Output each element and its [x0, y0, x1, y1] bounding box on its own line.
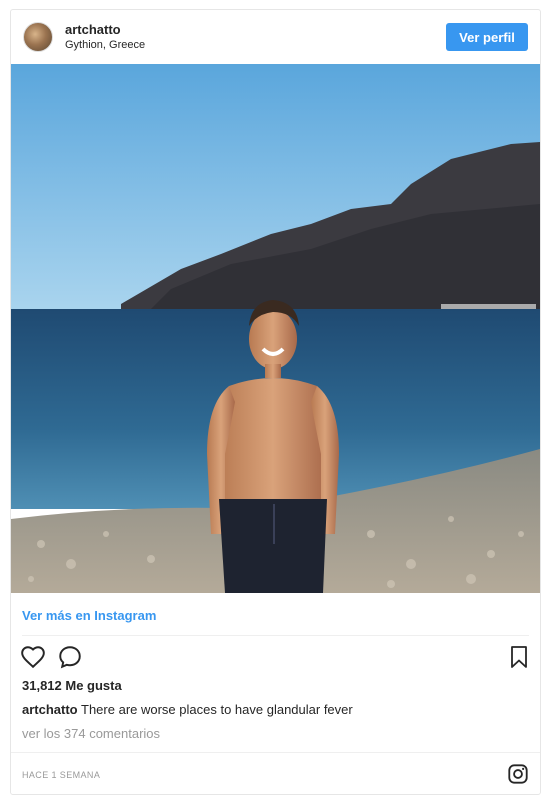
caption-text: There are worse places to have glandular…	[81, 702, 353, 717]
heart-icon[interactable]	[20, 644, 46, 675]
instagram-icon[interactable]	[507, 763, 529, 790]
view-more-on-instagram-link[interactable]: Ver más en Instagram	[22, 608, 156, 623]
divider	[11, 752, 540, 753]
post-timestamp[interactable]: HACE 1 SEMANA	[22, 770, 100, 780]
avatar[interactable]	[23, 22, 53, 52]
view-comments-link[interactable]: ver los 374 comentarios	[22, 726, 160, 741]
bookmark-icon[interactable]	[507, 644, 531, 675]
caption-username[interactable]: artchatto	[22, 702, 78, 717]
caption: artchatto There are worse places to have…	[22, 702, 353, 717]
user-info: artchatto Gythion, Greece	[65, 21, 145, 53]
likes-count[interactable]: 31,812 Me gusta	[22, 678, 122, 693]
view-profile-button[interactable]: Ver perfil	[446, 23, 528, 51]
location[interactable]: Gythion, Greece	[65, 38, 145, 53]
action-bar	[20, 644, 531, 670]
divider	[22, 635, 529, 636]
post-photo[interactable]	[11, 64, 540, 593]
post-header: artchatto Gythion, Greece Ver perfil	[11, 10, 540, 64]
username[interactable]: artchatto	[65, 21, 145, 38]
comment-bubble-icon[interactable]	[57, 644, 83, 675]
instagram-embed-card: artchatto Gythion, Greece Ver perfil Ver…	[10, 9, 541, 795]
